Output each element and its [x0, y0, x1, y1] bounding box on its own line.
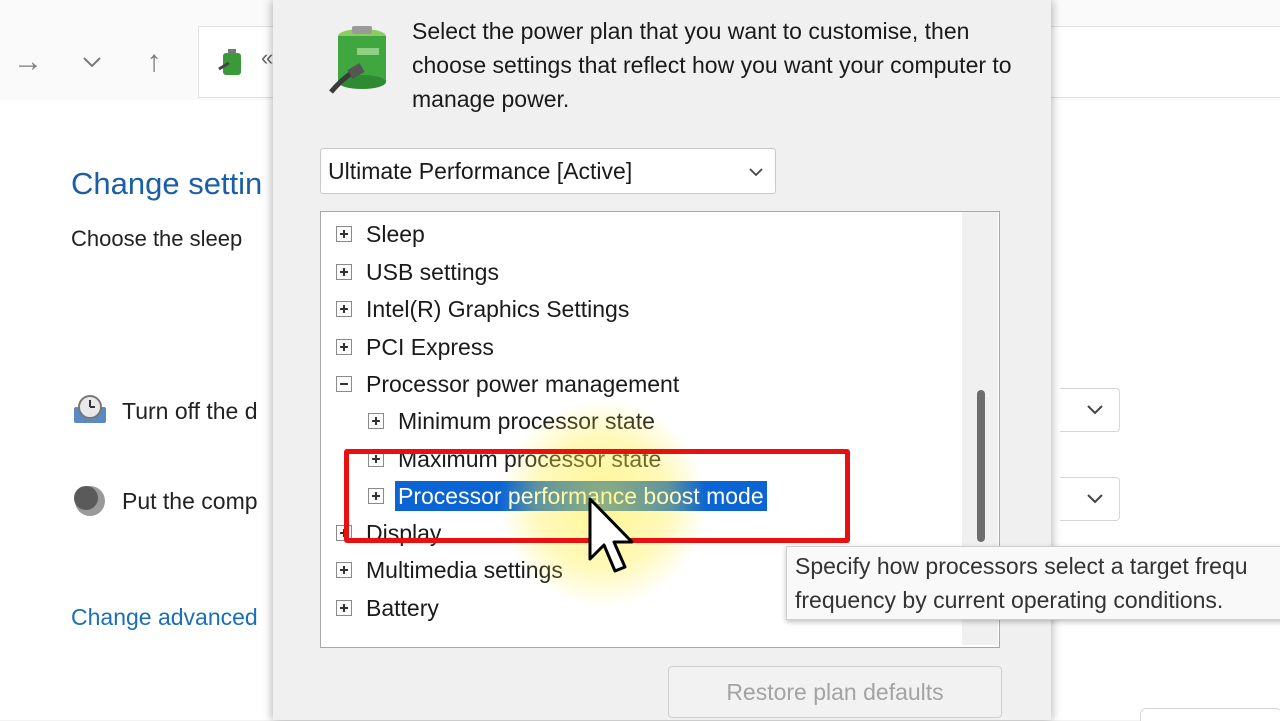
background-button-edge: [1140, 708, 1280, 721]
tooltip-line: frequency by current operating condition…: [795, 587, 1224, 613]
up-arrow-icon[interactable]: ↑: [134, 42, 174, 82]
expand-plus-icon[interactable]: [368, 488, 384, 504]
change-advanced-settings-link[interactable]: Change advanced: [71, 604, 258, 631]
power-plan-select[interactable]: Ultimate Performance [Active]: [320, 148, 776, 194]
tree-item-battery[interactable]: Battery: [336, 591, 442, 625]
page-subtitle: Choose the sleep: [71, 226, 243, 251]
dialog-description: Select the power plan that you want to c…: [412, 18, 1012, 112]
tree-item-label: Maximum processor state: [398, 446, 662, 472]
expand-plus-icon[interactable]: [368, 451, 384, 467]
chevron-down-icon: [749, 168, 763, 177]
expand-plus-icon[interactable]: [336, 226, 352, 242]
expand-plus-icon[interactable]: [336, 264, 352, 280]
tree-item-multimedia-settings[interactable]: Multimedia settings: [336, 553, 566, 587]
tree-item-processor-performance-boost-mode[interactable]: Processor performance boost mode: [368, 479, 767, 513]
expand-plus-icon[interactable]: [336, 525, 352, 541]
tree-item-label: PCI Express: [366, 334, 494, 360]
tree-item-usb-settings[interactable]: USB settings: [336, 255, 502, 289]
display-timeout-select[interactable]: [1060, 388, 1120, 432]
battery-plug-icon: [329, 26, 386, 94]
expand-plus-icon[interactable]: [336, 339, 352, 355]
tree-item-label: Sleep: [366, 221, 425, 247]
tree-item-processor-power-management[interactable]: Processor power management: [336, 367, 682, 401]
display-setting-row: Turn off the d: [72, 391, 258, 431]
sleep-setting-row: Put the comp: [72, 481, 258, 521]
tree-item-label: Display: [366, 520, 442, 546]
monitor-clock-icon: [74, 395, 106, 423]
tree-item-label: Processor power management: [366, 371, 680, 397]
page-title: Change settin: [71, 166, 263, 201]
tree-item-intel-graphics[interactable]: Intel(R) Graphics Settings: [336, 292, 632, 326]
power-options-icon: [218, 49, 241, 75]
chevron-down-icon: [1087, 405, 1103, 415]
tree-item-sleep[interactable]: Sleep: [336, 217, 428, 251]
chevron-down-icon: [1087, 494, 1103, 504]
tree-item-pci-express[interactable]: PCI Express: [336, 330, 497, 364]
expand-plus-icon[interactable]: [368, 413, 384, 429]
display-setting-label: Turn off the d: [122, 397, 258, 424]
tree-item-label: Intel(R) Graphics Settings: [366, 296, 630, 322]
tree-item-display[interactable]: Display: [336, 516, 444, 550]
sleep-setting-label: Put the comp: [122, 487, 258, 514]
tree-item-maximum-processor-state[interactable]: Maximum processor state: [368, 442, 664, 476]
forward-arrow-icon[interactable]: →: [8, 42, 48, 82]
power-plan-value: Ultimate Performance [Active]: [328, 158, 633, 184]
expand-plus-icon[interactable]: [336, 600, 352, 616]
expand-plus-icon[interactable]: [336, 562, 352, 578]
tree-item-label: Minimum processor state: [398, 408, 655, 434]
breadcrumb-chevron-icon: «: [261, 45, 274, 70]
setting-tooltip: Specify how processors select a target f…: [786, 546, 1280, 620]
chevron-down-icon[interactable]: [72, 42, 112, 82]
restore-plan-defaults-button[interactable]: Restore plan defaults: [668, 666, 1002, 718]
sleep-timeout-select[interactable]: [1060, 477, 1120, 521]
tree-scrollbar-thumb[interactable]: [977, 390, 985, 542]
tree-item-label: Multimedia settings: [366, 557, 563, 583]
tree-item-label: USB settings: [366, 259, 499, 285]
expand-plus-icon[interactable]: [336, 301, 352, 317]
tree-item-minimum-processor-state[interactable]: Minimum processor state: [368, 404, 658, 438]
collapse-minus-icon[interactable]: [336, 376, 352, 392]
moon-icon: [74, 486, 105, 516]
tooltip-line: Specify how processors select a target f…: [795, 553, 1248, 579]
tree-item-label: Battery: [366, 595, 439, 621]
tree-item-label-selected: Processor performance boost mode: [395, 481, 767, 511]
